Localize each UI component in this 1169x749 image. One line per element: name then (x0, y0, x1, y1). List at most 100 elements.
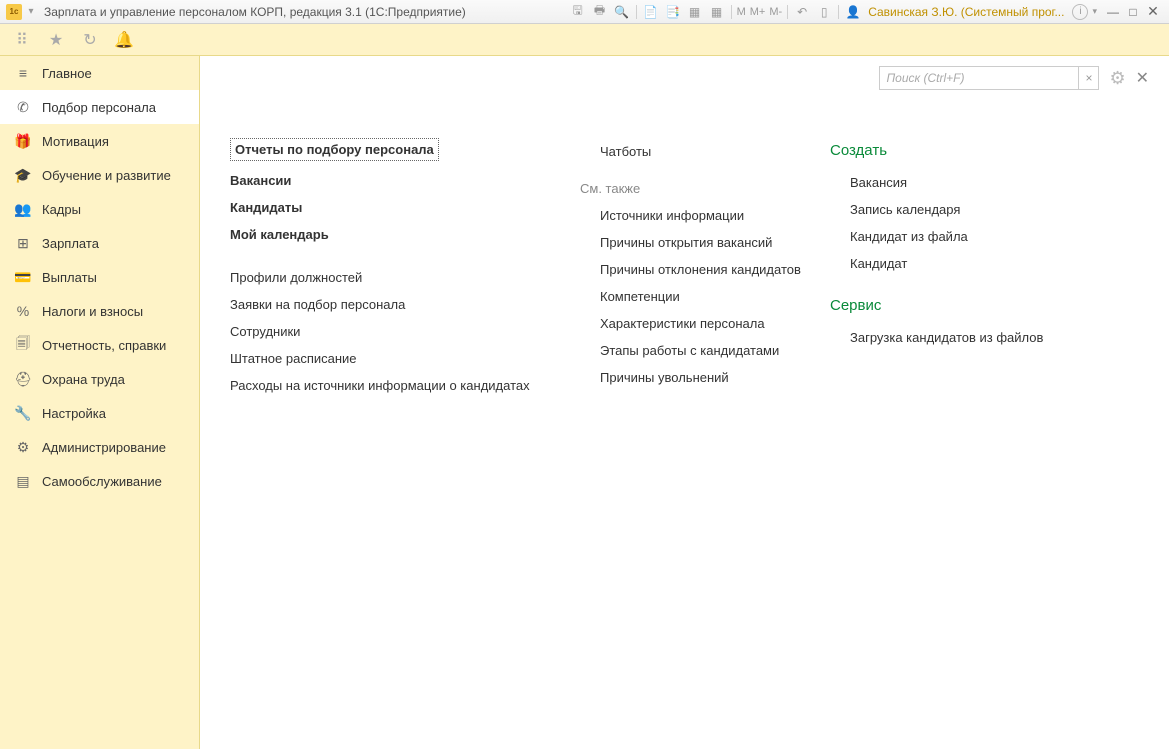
window-minimize-icon[interactable]: — (1103, 3, 1123, 21)
toolbar-strip: ⠿ ★ ↻ 🔔 (0, 24, 1169, 56)
app-menu-dropdown-icon[interactable]: ▾ (24, 5, 38, 19)
docs-icon: 🗐 (12, 336, 34, 354)
app-logo-icon: 1c (6, 4, 22, 20)
info-icon[interactable]: i (1072, 4, 1088, 20)
favorites-star-icon[interactable]: ★ (44, 28, 68, 52)
separator (838, 5, 839, 19)
toolbar-book-icon[interactable]: ▯ (815, 3, 833, 21)
column-actions: Создать Вакансия Запись календаря Кандид… (830, 138, 1090, 399)
sidebar-item-label: Налоги и взносы (42, 304, 143, 319)
user-label[interactable]: Савинская З.Ю. (Системный прог... (868, 5, 1064, 19)
link-candidate-stages[interactable]: Этапы работы с кандидатами (600, 337, 810, 364)
link-personnel-chars[interactable]: Характеристики персонала (600, 310, 810, 337)
link-my-calendar[interactable]: Мой календарь (230, 221, 560, 248)
link-job-profiles[interactable]: Профили должностей (230, 264, 560, 291)
menu-icon: ≡ (12, 64, 34, 82)
sidebar-item-label: Настройка (42, 406, 106, 421)
separator (731, 5, 732, 19)
sidebar-item-admin[interactable]: ⚙ Администрирование (0, 430, 199, 464)
history-icon[interactable]: ↻ (78, 28, 102, 52)
titlebar: 1c ▾ Зарплата и управление персоналом КО… (0, 0, 1169, 24)
helmet-icon: ⛑ (12, 370, 34, 388)
content-area: × ⚙ ✕ Отчеты по подбору персонала Ваканс… (200, 56, 1169, 749)
sidebar-item-label: Выплаты (42, 270, 97, 285)
sidebar-item-taxes[interactable]: % Налоги и взносы (0, 294, 199, 328)
memory-m[interactable]: M (737, 6, 746, 18)
phone-icon: ✆ (12, 98, 34, 116)
header-create: Создать (830, 138, 1070, 169)
sidebar-item-main[interactable]: ≡ Главное (0, 56, 199, 90)
create-candidate[interactable]: Кандидат (850, 250, 1070, 277)
sidebar-item-training[interactable]: 🎓 Обучение и развитие (0, 158, 199, 192)
toolbar-preview-icon[interactable]: 🔍 (613, 3, 631, 21)
notifications-bell-icon[interactable]: 🔔 (112, 28, 136, 52)
sidebar-item-label: Самообслуживание (42, 474, 162, 489)
link-candidates[interactable]: Кандидаты (230, 194, 560, 221)
search-input[interactable] (879, 66, 1079, 90)
link-source-expenses[interactable]: Расходы на источники информации о кандид… (230, 372, 560, 399)
toolbar-calc-icon[interactable]: ▦ (686, 3, 704, 21)
gear-icon: ⚙ (12, 438, 34, 456)
create-vacancy[interactable]: Вакансия (850, 169, 1070, 196)
sidebar-item-payments[interactable]: 💳 Выплаты (0, 260, 199, 294)
list-icon: ▤ (12, 472, 34, 490)
toolbar-back-icon[interactable]: ↶ (793, 3, 811, 21)
card-icon: 💳 (12, 268, 34, 286)
sidebar-item-label: Подбор персонала (42, 100, 156, 115)
sidebar-item-hr[interactable]: 👥 Кадры (0, 192, 199, 226)
toolbar-calendar-icon[interactable]: ▦ (708, 3, 726, 21)
panel-close-icon[interactable]: ✕ (1136, 68, 1149, 88)
link-rejection-reasons[interactable]: Причины отклонения кандидатов (600, 256, 810, 283)
memory-mminus[interactable]: M- (769, 6, 782, 18)
toolbar-save-icon[interactable]: 🖫 (569, 3, 587, 21)
gift-icon: 🎁 (12, 132, 34, 150)
link-recruitment-requests[interactable]: Заявки на подбор персонала (230, 291, 560, 318)
sidebar-item-motivation[interactable]: 🎁 Мотивация (0, 124, 199, 158)
memory-mplus[interactable]: M+ (750, 6, 766, 18)
apps-grid-icon[interactable]: ⠿ (10, 28, 34, 52)
sidebar-item-salary[interactable]: ⊞ Зарплата (0, 226, 199, 260)
link-competencies[interactable]: Компетенции (600, 283, 810, 310)
search-clear-button[interactable]: × (1079, 66, 1099, 90)
sidebar-item-label: Администрирование (42, 440, 166, 455)
sidebar-item-safety[interactable]: ⛑ Охрана труда (0, 362, 199, 396)
sidebar-item-label: Охрана труда (42, 372, 125, 387)
toolbar-doc2-icon[interactable]: 📑 (664, 3, 682, 21)
user-icon: 👤 (844, 3, 862, 21)
sidebar-item-label: Мотивация (42, 134, 109, 149)
link-staffing[interactable]: Штатное расписание (230, 345, 560, 372)
toolbar-doc1-icon[interactable]: 📄 (642, 3, 660, 21)
column-see-also: Чатботы См. также Источники информации П… (580, 138, 830, 399)
link-vacancy-reasons[interactable]: Причины открытия вакансий (600, 229, 810, 256)
settings-gear-icon[interactable]: ⚙ (1109, 68, 1125, 89)
create-candidate-from-file[interactable]: Кандидат из файла (850, 223, 1070, 250)
window-maximize-icon[interactable]: □ (1123, 3, 1143, 21)
create-calendar-entry[interactable]: Запись календаря (850, 196, 1070, 223)
link-employees[interactable]: Сотрудники (230, 318, 560, 345)
header-service: Сервис (830, 293, 1070, 324)
link-vacancies[interactable]: Вакансии (230, 167, 560, 194)
main-area: ≡ Главное ✆ Подбор персонала 🎁 Мотивация… (0, 56, 1169, 749)
sidebar-item-label: Зарплата (42, 236, 99, 251)
sidebar-item-label: Отчетность, справки (42, 338, 166, 353)
sidebar-item-reports[interactable]: 🗐 Отчетность, справки (0, 328, 199, 362)
link-info-sources[interactable]: Источники информации (600, 202, 810, 229)
content-columns: Отчеты по подбору персонала Вакансии Кан… (230, 138, 1149, 399)
service-load-candidates[interactable]: Загрузка кандидатов из файлов (850, 324, 1070, 351)
sidebar-item-settings[interactable]: 🔧 Настройка (0, 396, 199, 430)
sidebar-item-selfservice[interactable]: ▤ Самообслуживание (0, 464, 199, 498)
window-close-icon[interactable]: ✕ (1143, 3, 1163, 21)
search-bar: × ⚙ ✕ (879, 66, 1149, 90)
header-see-also: См. также (580, 175, 810, 202)
sidebar-item-recruitment[interactable]: ✆ Подбор персонала (0, 90, 199, 124)
info-dropdown-icon[interactable]: ▾ (1092, 6, 1097, 17)
link-chatbots[interactable]: Чатботы (600, 138, 810, 165)
graduation-icon: 🎓 (12, 166, 34, 184)
wrench-icon: 🔧 (12, 404, 34, 422)
toolbar-print-icon[interactable]: 🖶 (591, 3, 609, 21)
link-recruitment-reports[interactable]: Отчеты по подбору персонала (230, 138, 439, 161)
separator (636, 5, 637, 19)
link-dismissal-reasons[interactable]: Причины увольнений (600, 364, 810, 391)
sidebar: ≡ Главное ✆ Подбор персонала 🎁 Мотивация… (0, 56, 200, 749)
separator (787, 5, 788, 19)
